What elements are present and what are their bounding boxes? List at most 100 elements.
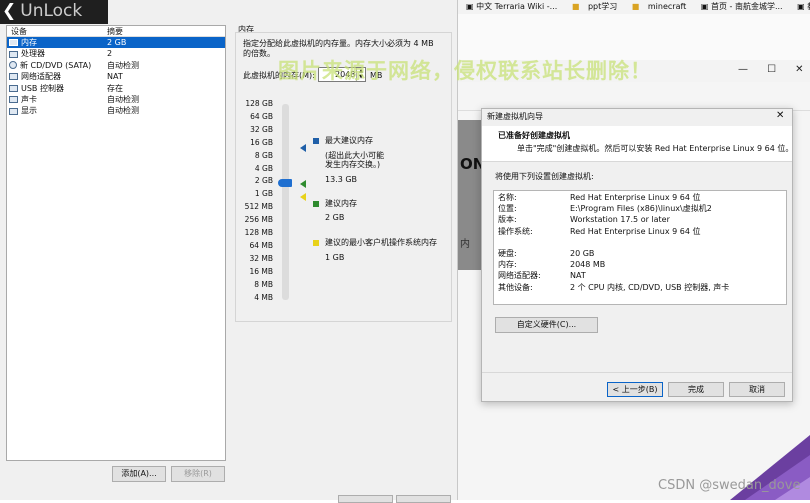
device-row-usb[interactable]: USB 控制器 存在 xyxy=(7,83,225,94)
customize-hardware-button[interactable]: 自定义硬件(C)... xyxy=(495,317,598,333)
memory-tick-label: 1 GB xyxy=(254,189,273,199)
summary-column-header: 摘要 xyxy=(107,27,123,36)
wizard-heading: 已准备好创建虚拟机 xyxy=(498,131,570,140)
memory-tick-label: 4 MB xyxy=(254,292,273,302)
setting-key: 内存: xyxy=(498,260,517,270)
device-row-cpu[interactable]: 处理器 2 xyxy=(7,48,225,59)
bookmark-item[interactable]: ▣ 中文 Terraria Wiki -... xyxy=(466,2,563,11)
bookmark-bar: ▣ 中文 Terraria Wiki -... ■ ppt学习 ■ minecr… xyxy=(458,0,810,14)
bookmark-item[interactable]: ▣ 首页 - 南航金城学... xyxy=(701,2,789,11)
memory-tick-label: 64 MB xyxy=(249,240,273,250)
memory-tick-label: 32 GB xyxy=(250,124,273,134)
recommended-memory-swatch xyxy=(313,201,319,207)
max-memory-value: 13.3 GB xyxy=(325,175,358,184)
device-name: 内存 xyxy=(21,38,37,47)
setting-key: 其他设备: xyxy=(498,282,533,292)
wizard-intro: 将使用下列设置创建虚拟机: xyxy=(495,172,594,181)
device-row-display[interactable]: 显示 自动检测 xyxy=(7,105,225,116)
folder-icon: ■ xyxy=(571,2,580,11)
max-memory-swatch xyxy=(313,138,319,144)
memory-tick-label: 256 MB xyxy=(244,215,273,225)
memory-tick-label: 128 MB xyxy=(244,228,273,237)
setting-value: 2 个 CPU 内核, CD/DVD, USB 控制器, 声卡 xyxy=(570,282,730,292)
unlock-overlay[interactable]: ❮ UnLock xyxy=(0,0,108,24)
memory-slider-track[interactable] xyxy=(282,104,289,300)
setting-value: E:\Program Files (x86)\linux\虚拟机2 xyxy=(570,204,712,214)
device-list-header: 设备 摘要 xyxy=(7,26,225,37)
memory-tick-label: 2 GB xyxy=(254,176,273,186)
close-icon[interactable]: ✕ xyxy=(776,110,784,121)
remove-device-button[interactable]: 移除(R) xyxy=(171,466,225,482)
page-partial-text: 内 xyxy=(460,239,470,250)
device-name: 显示 xyxy=(21,106,37,116)
window-controls[interactable]: — ☐ ✕ xyxy=(738,64,804,75)
device-column-header: 设备 xyxy=(11,27,27,36)
memory-description-cont: 的倍数。 xyxy=(243,49,275,58)
min-memory-value: 1 GB xyxy=(325,253,345,262)
setting-key: 版本: xyxy=(498,215,517,225)
setting-value: 20 GB xyxy=(570,249,595,258)
min-memory-marker xyxy=(300,193,306,202)
min-memory-label: 建议的最小客户机操作系统内存 xyxy=(325,238,437,247)
device-list[interactable]: 设备 摘要 内存 2 GB 处理器 2 新 CD/DVD (SATA) 自动检测… xyxy=(6,25,226,461)
unlock-label: UnLock xyxy=(20,1,83,21)
bookmark-label: 中文 Terraria Wiki -... xyxy=(476,2,558,11)
finish-button[interactable]: 完成 xyxy=(668,382,724,397)
recommended-memory-marker xyxy=(300,180,306,189)
bookmark-folder[interactable]: ■ minecraft xyxy=(632,2,693,11)
divider xyxy=(482,372,792,373)
recommended-memory-label: 建议内存 xyxy=(325,199,357,208)
memory-tick-label: 16 GB xyxy=(250,137,273,147)
device-summary: 自动检测 xyxy=(107,106,139,116)
cancel-button[interactable]: 取消 xyxy=(729,382,785,397)
bookmark-label: ppt学习 xyxy=(587,2,618,11)
max-memory-marker xyxy=(300,144,306,153)
memory-tick-label: 4 GB xyxy=(254,163,273,173)
memory-icon xyxy=(9,39,18,47)
device-row-sound[interactable]: 声卡 自动检测 xyxy=(7,94,225,105)
cancel-button-partial[interactable] xyxy=(396,495,451,503)
device-name: 声卡 xyxy=(21,94,37,104)
device-name: 网络适配器 xyxy=(21,72,61,82)
device-summary: 2 GB xyxy=(107,38,127,47)
watermark-text: 图片来源于网络，侵权联系站长删除！ xyxy=(278,59,652,83)
memory-slider-thumb[interactable] xyxy=(278,179,292,188)
sound-icon xyxy=(9,96,18,104)
device-summary: 自动检测 xyxy=(107,94,139,104)
recommended-memory-value: 2 GB xyxy=(325,213,345,222)
device-row-network[interactable]: 网络适配器 NAT xyxy=(7,71,225,82)
device-name: USB 控制器 xyxy=(21,83,64,93)
wizard-subheading: 单击"完成"创建虚拟机。然后可以安装 Red Hat Enterprise Li… xyxy=(517,144,794,153)
memory-tick-label: 32 MB xyxy=(249,253,273,263)
setting-value: Red Hat Enterprise Linux 9 64 位 xyxy=(570,226,701,236)
memory-tick-label: 8 GB xyxy=(254,150,273,160)
setting-value: NAT xyxy=(570,271,586,281)
memory-tick-label: 16 MB xyxy=(249,266,273,276)
setting-value: 2048 MB xyxy=(570,260,606,270)
bookmark-folder[interactable]: ■ ppt学习 xyxy=(572,2,623,11)
memory-description: 指定分配给此虚拟机的内存量。内存大小必须为 4 MB xyxy=(243,39,434,48)
close-icon[interactable]: ✕ xyxy=(795,64,803,75)
bookmark-label: 首页 - 南航金城学... xyxy=(710,2,783,11)
memory-tick-label: 8 MB xyxy=(254,279,273,289)
setting-value: Red Hat Enterprise Linux 9 64 位 xyxy=(570,193,701,202)
folder-icon: ■ xyxy=(631,2,640,11)
setting-key: 网络适配器: xyxy=(498,271,541,281)
ok-button-partial[interactable] xyxy=(338,495,393,503)
add-device-button[interactable]: 添加(A)... xyxy=(112,466,166,482)
device-summary: 2 xyxy=(107,49,113,59)
device-row-cdrom[interactable]: 新 CD/DVD (SATA) 自动检测 xyxy=(7,60,225,71)
device-name: 新 CD/DVD (SATA) xyxy=(20,60,92,70)
device-row-memory[interactable]: 内存 2 GB xyxy=(7,37,225,49)
bookmark-item[interactable]: ▣ 教学 xyxy=(797,2,810,11)
device-summary: NAT xyxy=(107,72,123,82)
back-button[interactable]: < 上一步(B) xyxy=(607,382,663,397)
setting-key: 操作系统: xyxy=(498,226,533,236)
usb-icon xyxy=(9,84,18,92)
max-memory-label: 最大建议内存 xyxy=(325,136,373,145)
minimize-icon[interactable]: — xyxy=(738,64,748,75)
maximize-icon[interactable]: ☐ xyxy=(767,64,776,75)
bookmark-label: minecraft xyxy=(647,2,687,11)
setting-key: 名称: xyxy=(498,193,517,202)
setting-key: 位置: xyxy=(498,204,517,214)
